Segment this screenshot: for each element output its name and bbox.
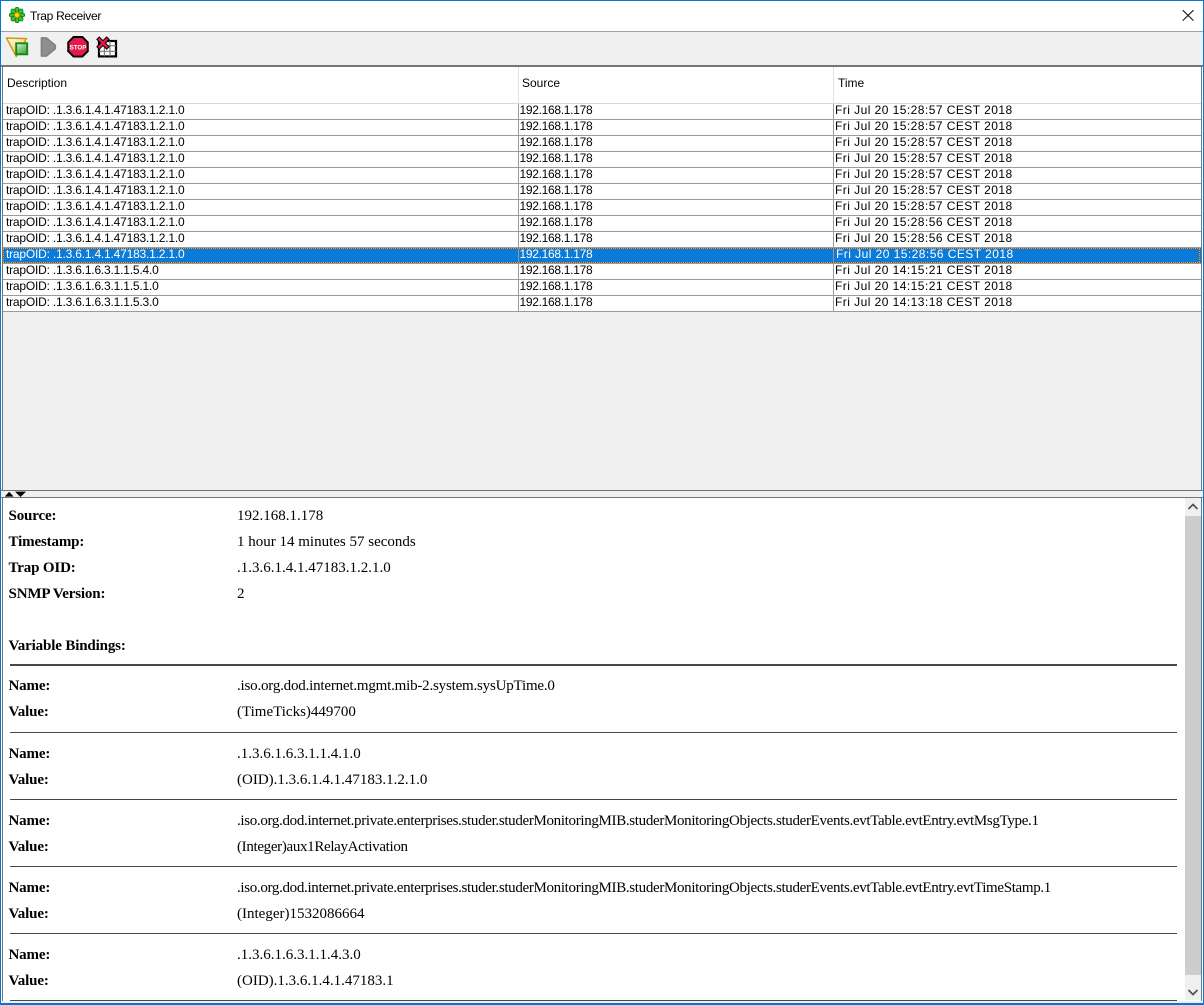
- svg-text:STOP: STOP: [70, 44, 87, 51]
